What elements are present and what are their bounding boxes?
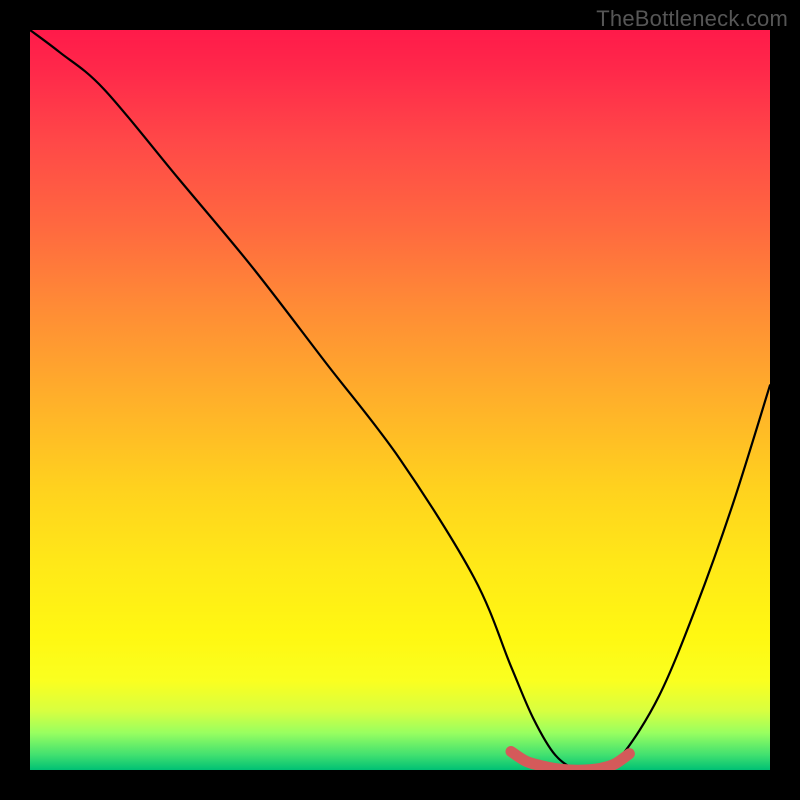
watermark-text: TheBottleneck.com xyxy=(596,6,788,32)
optimal-range-marker xyxy=(511,752,629,771)
plot-area xyxy=(30,30,770,770)
chart-container: TheBottleneck.com xyxy=(0,0,800,800)
bottleneck-curve xyxy=(30,30,770,770)
curve-layer xyxy=(30,30,770,770)
